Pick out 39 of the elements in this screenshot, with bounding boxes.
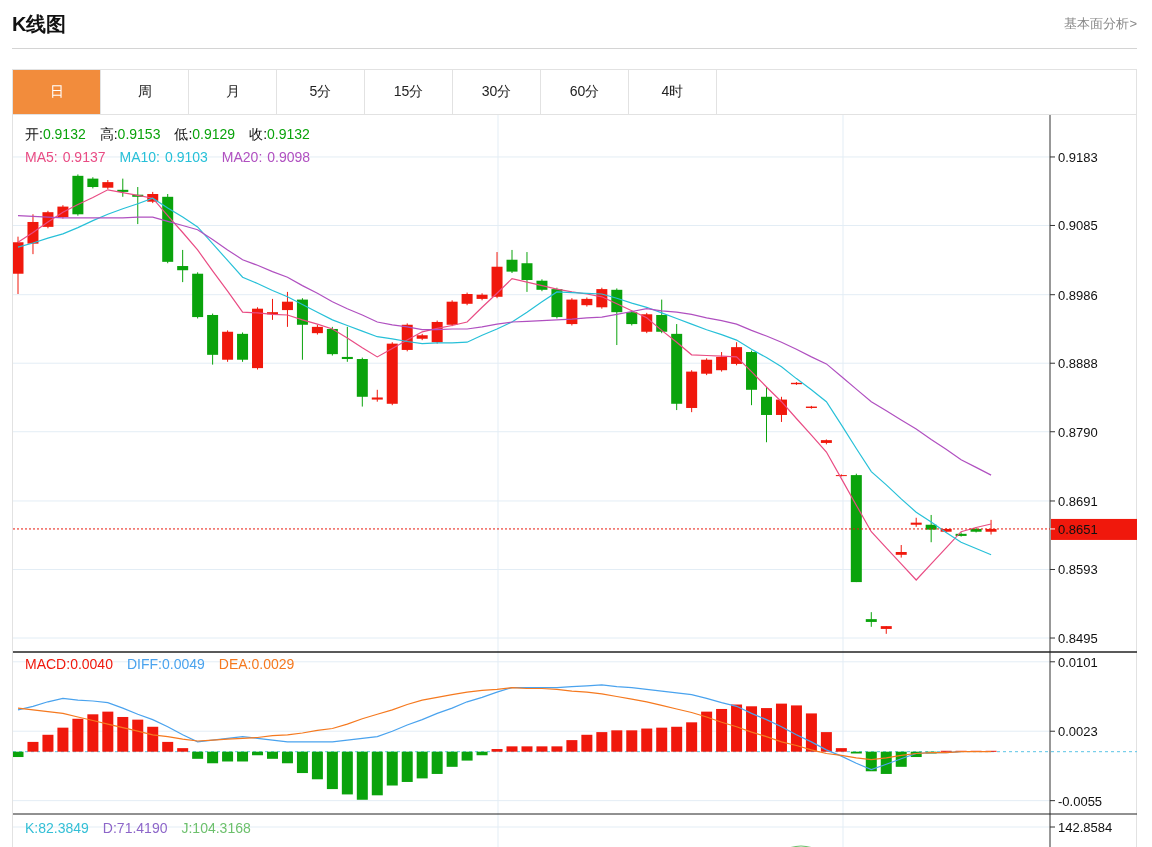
price-axis-label: 0.9183 bbox=[1058, 149, 1098, 165]
price-axis-label: 0.8691 bbox=[1058, 493, 1098, 509]
legend-label: K: bbox=[25, 820, 39, 836]
price-axis-label: 0.8888 bbox=[1058, 356, 1098, 372]
price-axis-label: 0.9085 bbox=[1058, 218, 1098, 234]
price-axis-label: 0.8495 bbox=[1058, 631, 1098, 646]
price-axis-label: 0.8986 bbox=[1058, 287, 1098, 303]
legend-value: 0.9098 bbox=[267, 149, 311, 165]
legend-value: 0.0029 bbox=[251, 656, 295, 672]
legend-label: DIFF: bbox=[126, 656, 162, 672]
macd-axis-label: -0.0055 bbox=[1058, 793, 1103, 809]
legend-label: DEA: bbox=[218, 656, 252, 672]
price-axis-label: 0.8790 bbox=[1058, 424, 1098, 440]
legend-value: 0.0040 bbox=[70, 656, 113, 672]
legend-label: 低: bbox=[174, 126, 193, 142]
legend-label: MA5: bbox=[25, 149, 58, 165]
legend-label: 高: bbox=[99, 126, 118, 142]
legend-value: 0.9132 bbox=[42, 126, 86, 142]
macd-axis-label: 0.0023 bbox=[1058, 724, 1098, 740]
legend-label: J: bbox=[181, 820, 193, 836]
legend-value: 0.9132 bbox=[267, 126, 310, 142]
price-axis-label: 0.8593 bbox=[1058, 562, 1098, 578]
legend-value: 82.3849 bbox=[38, 820, 89, 836]
last-price-label: 0.8651 bbox=[1058, 521, 1098, 537]
legend-value: 0.9103 bbox=[165, 149, 208, 165]
page-title: K线图 bbox=[12, 11, 67, 37]
legend-label: 开: bbox=[25, 126, 43, 142]
legend-label: MA20: bbox=[221, 149, 263, 165]
legend-label: MA10: bbox=[119, 149, 160, 165]
legend-value: 0.9129 bbox=[192, 126, 236, 142]
legend-value: 104.3168 bbox=[192, 820, 251, 836]
kdj-axis-label: 142.8584 bbox=[1058, 820, 1113, 835]
legend-label: MACD: bbox=[25, 656, 71, 672]
legend-value: 71.4190 bbox=[116, 820, 168, 836]
legend-label: 收: bbox=[249, 126, 268, 142]
macd-axis-label: 0.0101 bbox=[1058, 654, 1098, 670]
legend-value: 0.0049 bbox=[161, 656, 205, 672]
legend-label: D: bbox=[102, 820, 117, 836]
legend-value: 0.9137 bbox=[62, 149, 106, 165]
